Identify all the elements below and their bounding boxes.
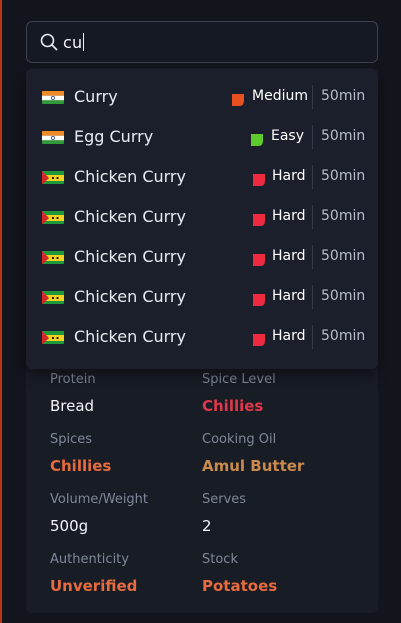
search-result-item[interactable]: Curry Medium 50min: [26, 77, 378, 117]
detail-spices: Spices Chillies: [50, 432, 111, 475]
detail-authenticity: Authenticity Unverified: [50, 552, 137, 595]
difficulty-flag-icon: [253, 251, 265, 266]
dish-name: Chicken Curry: [74, 167, 186, 186]
difficulty-label: Medium: [252, 88, 308, 104]
detail-value: Bread: [50, 397, 95, 415]
detail-protein: Protein Bread: [50, 372, 96, 415]
difficulty-label: Hard: [272, 288, 306, 304]
detail-stock: Stock Potatoes: [202, 552, 277, 595]
detail-spice-level: Spice Level Chillies: [202, 372, 276, 415]
difficulty-label: Hard: [272, 248, 306, 264]
search-results-dropdown[interactable]: Curry Medium 50min Egg Curry Easy 50min Chicke…: [26, 69, 378, 369]
india-flag-icon: [42, 90, 64, 104]
divider: [312, 85, 313, 109]
search-result-item[interactable]: Egg Curry Easy 50min: [26, 117, 378, 157]
difficulty-label: Easy: [271, 128, 305, 144]
duration-label: 50min: [321, 248, 366, 264]
search-result-item[interactable]: Chicken Curry Hard 50min: [26, 197, 378, 237]
search-result-item[interactable]: Chicken Curry Hard 50min: [26, 317, 378, 357]
detail-value: 500g: [50, 517, 89, 535]
duration-label: 50min: [321, 208, 366, 224]
detail-value: Chillies: [202, 397, 264, 415]
divider: [312, 125, 313, 149]
detail-value: Chillies: [50, 457, 112, 475]
search-result-item[interactable]: Chicken Curry Hard 50min: [26, 237, 378, 277]
difficulty-label: Hard: [272, 208, 306, 224]
dish-name: Chicken Curry: [74, 327, 186, 346]
divider: [312, 205, 313, 229]
detail-cooking-oil: Cooking Oil Amul Butter: [202, 432, 304, 475]
duration-label: 50min: [321, 128, 366, 144]
difficulty-flag-icon: [253, 211, 265, 226]
search-input[interactable]: cu: [26, 21, 378, 63]
difficulty-flag-icon: [232, 91, 244, 106]
search-result-item[interactable]: Chicken Curry Hard 50min: [26, 277, 378, 317]
dish-name: Chicken Curry: [74, 247, 186, 266]
india-flag-icon: [42, 130, 64, 144]
duration-label: 50min: [321, 168, 366, 184]
duration-label: 50min: [321, 288, 366, 304]
sao-tome-flag-icon: [42, 170, 64, 184]
difficulty-flag-icon: [253, 331, 265, 346]
detail-label: Spices: [50, 432, 93, 447]
search-result-item[interactable]: Chicken Curry Hard 50min: [26, 157, 378, 197]
search-icon: [39, 32, 59, 52]
difficulty-label: Hard: [272, 328, 306, 344]
text-caret: [83, 33, 85, 51]
difficulty-flag-icon: [253, 291, 265, 306]
left-accent-bar: [0, 0, 2, 623]
detail-label: Protein: [50, 372, 96, 387]
divider: [312, 285, 313, 309]
detail-label: Stock: [202, 552, 238, 567]
divider: [312, 325, 313, 349]
sao-tome-flag-icon: [42, 290, 64, 304]
sao-tome-flag-icon: [42, 330, 64, 344]
difficulty-flag-icon: [251, 131, 263, 146]
detail-value: Amul Butter: [202, 457, 305, 475]
detail-value: Unverified: [50, 577, 138, 595]
detail-label: Spice Level: [202, 372, 276, 387]
duration-label: 50min: [321, 88, 366, 104]
divider: [312, 245, 313, 269]
detail-value: 2: [202, 517, 212, 535]
dish-name: Curry: [74, 87, 118, 106]
divider: [312, 165, 313, 189]
search-value[interactable]: cu: [63, 33, 82, 52]
detail-label: Volume/Weight: [50, 492, 149, 507]
duration-label: 50min: [321, 328, 366, 344]
sao-tome-flag-icon: [42, 250, 64, 264]
detail-volume-weight: Volume/Weight 500g: [50, 492, 148, 535]
sao-tome-flag-icon: [42, 210, 64, 224]
dish-name: Chicken Curry: [74, 287, 186, 306]
dish-name: Chicken Curry: [74, 207, 186, 226]
dish-name: Egg Curry: [74, 127, 154, 146]
difficulty-flag-icon: [253, 171, 265, 186]
detail-label: Serves: [202, 492, 247, 507]
detail-label: Authenticity: [50, 552, 129, 567]
detail-value: Potatoes: [202, 577, 278, 595]
detail-serves: Serves 2: [202, 492, 246, 535]
detail-label: Cooking Oil: [202, 432, 277, 447]
difficulty-label: Hard: [272, 168, 306, 184]
